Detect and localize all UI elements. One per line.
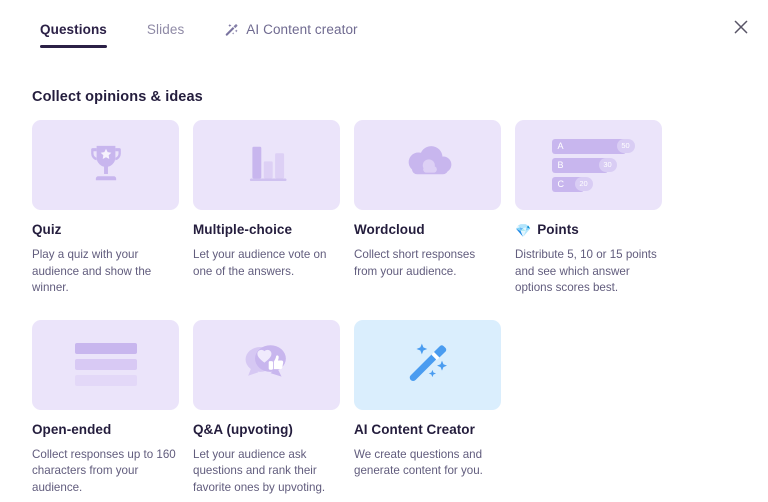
points-bar-letter: A: [557, 140, 564, 151]
points-bar-letter: C: [557, 178, 565, 189]
magic-wand-icon: [405, 339, 451, 390]
card-wordcloud-description: Collect short responses from your audien…: [354, 248, 476, 278]
card-ai-content-creator-title: AI Content Creator: [354, 421, 475, 437]
close-button[interactable]: [727, 13, 755, 41]
bar-chart-icon: [241, 137, 293, 194]
tab-questions[interactable]: Questions: [40, 22, 107, 48]
card-points-title: 💎 Points: [515, 222, 662, 238]
points-bar-row: A 50: [551, 138, 635, 154]
card-quiz-description: Play a quiz with your audience and show …: [32, 248, 152, 295]
tab-questions-label: Questions: [40, 22, 107, 37]
card-open-ended-thumbnail: [32, 319, 179, 410]
question-type-grid: Quiz Play a quiz with your audience and …: [32, 120, 736, 502]
tab-slides-label: Slides: [146, 22, 185, 37]
card-multiple-choice[interactable]: Multiple-choice Let your audience vote o…: [193, 120, 340, 297]
text-line: [74, 375, 137, 387]
cloud-icon: [399, 143, 457, 188]
card-multiple-choice-description: Let your audience vote on one of the ans…: [193, 248, 327, 278]
card-wordcloud[interactable]: Wordcloud Collect short responses from y…: [354, 120, 501, 297]
card-multiple-choice-title: Multiple-choice: [193, 222, 293, 237]
speech-bubbles-icon: [239, 338, 295, 391]
points-bar-row: B 30: [551, 157, 617, 173]
points-bar-value: 30: [598, 158, 617, 172]
card-qa-upvoting-thumbnail: [193, 319, 340, 410]
text-line: [74, 359, 137, 371]
points-bar-value: 20: [574, 177, 593, 191]
close-icon: [734, 20, 748, 34]
card-ai-content-creator-description: We create questions and generate content…: [354, 447, 483, 478]
points-bar-value: 50: [616, 139, 635, 153]
card-wordcloud-thumbnail: [354, 120, 501, 210]
card-open-ended-description: Collect responses up to 160 characters f…: [32, 447, 176, 494]
card-qa-upvoting-description: Let your audience ask questions and rank…: [193, 447, 326, 494]
section-title: Collect opinions & ideas: [32, 89, 203, 105]
card-points-title-text: Points: [537, 222, 579, 237]
card-ai-content-creator[interactable]: AI Content Creator We create questions a…: [354, 319, 501, 497]
magic-wand-icon: [224, 22, 239, 37]
card-points-thumbnail: A 50 B 30 C 20: [515, 120, 662, 210]
card-open-ended-title: Open-ended: [32, 421, 112, 437]
card-wordcloud-title: Wordcloud: [354, 222, 425, 237]
tab-ai-content-creator-label: AI Content creator: [246, 22, 358, 37]
card-quiz-thumbnail: [32, 120, 179, 210]
points-bar-row: C 20: [551, 176, 593, 192]
tab-slides[interactable]: Slides: [147, 22, 184, 48]
card-quiz-title: Quiz: [32, 222, 62, 237]
tab-bar: Questions Slides AI Content creator: [0, 0, 768, 56]
card-qa-upvoting[interactable]: Q&A (upvoting) Let your audience ask que…: [193, 319, 340, 497]
trophy-icon: [81, 138, 131, 193]
card-points-description: Distribute 5, 10 or 15 points and see wh…: [515, 248, 657, 295]
points-bars-icon: A 50 B 30 C 20: [551, 138, 635, 192]
text-line: [74, 343, 137, 355]
card-multiple-choice-thumbnail: [193, 120, 340, 210]
text-lines-icon: [74, 343, 137, 387]
card-open-ended[interactable]: Open-ended Collect responses up to 160 c…: [32, 319, 179, 497]
diamond-icon: 💎: [515, 222, 532, 238]
card-quiz[interactable]: Quiz Play a quiz with your audience and …: [32, 120, 179, 297]
card-ai-content-creator-thumbnail: [354, 319, 501, 410]
card-points[interactable]: A 50 B 30 C 20 💎 Points Distribute 5, 10…: [515, 120, 662, 297]
tab-ai-content-creator[interactable]: AI Content creator: [224, 22, 358, 48]
points-bar-letter: B: [557, 159, 564, 170]
card-qa-upvoting-title: Q&A (upvoting): [193, 421, 293, 437]
